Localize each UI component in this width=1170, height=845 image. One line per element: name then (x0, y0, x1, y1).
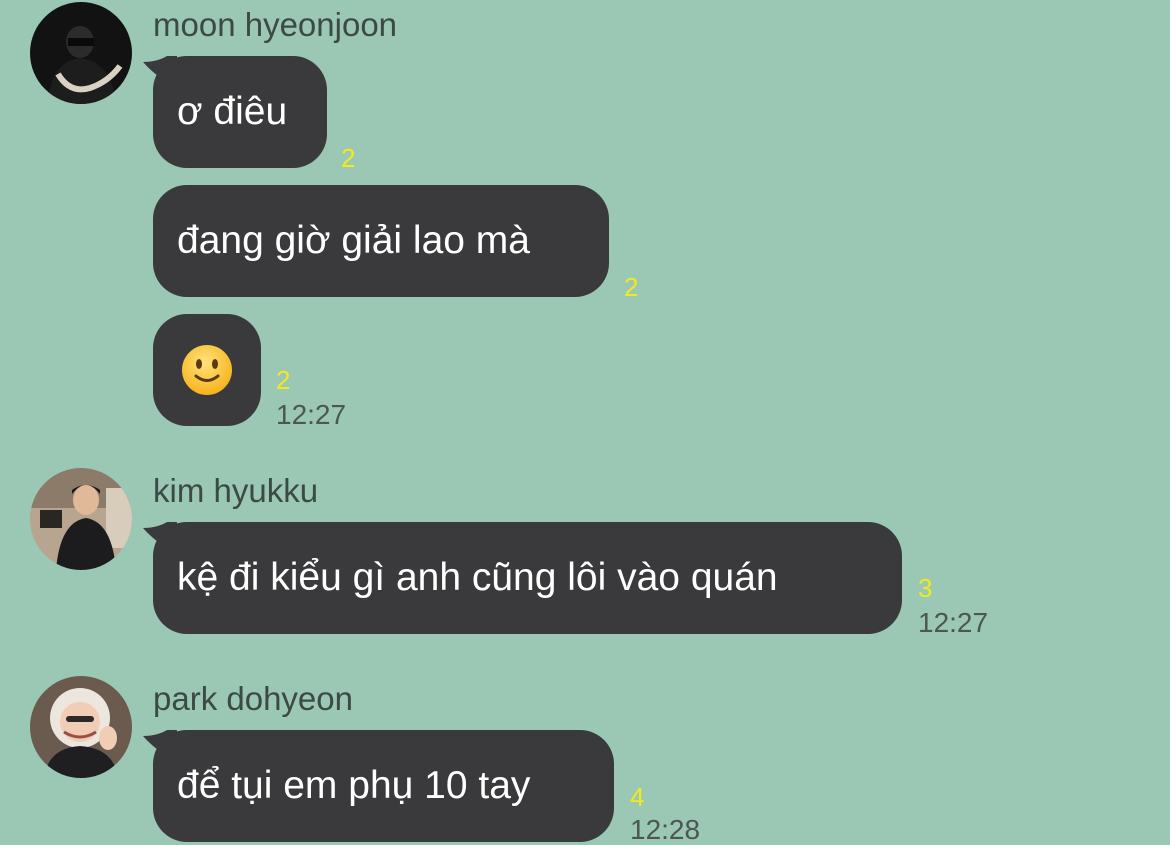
slightly-smiling-face-icon (182, 345, 232, 395)
sender-name: kim hyukku (153, 472, 319, 509)
timestamp: 12:27 (276, 399, 347, 430)
profile-photo-icon (30, 2, 132, 104)
avatar-moon-hyeonjoon[interactable] (30, 2, 132, 104)
timestamp: 12:27 (918, 607, 989, 638)
message-bubble[interactable]: kệ đi kiểu gì anh cũng lôi vào quán (143, 522, 902, 634)
message-bubble[interactable]: đang giờ giải lao mà (153, 185, 609, 297)
message-bubble[interactable]: để tụi em phụ 10 tay (143, 730, 614, 842)
profile-photo-icon (30, 676, 132, 778)
message-text: kệ đi kiểu gì anh cũng lôi vào quán (177, 556, 778, 599)
message-text: để tụi em phụ 10 tay (177, 764, 531, 807)
avatar-kim-hyukku[interactable] (30, 468, 132, 570)
read-count: 2 (624, 272, 639, 302)
bubble-tail (143, 730, 177, 760)
read-count: 2 (341, 143, 356, 173)
sender-name: moon hyeonjoon (153, 6, 398, 43)
bubble-tail (143, 522, 177, 552)
read-count: 4 (630, 782, 645, 812)
profile-photo-icon (30, 468, 132, 570)
bubble-tail (143, 56, 177, 86)
message-bubble[interactable]: ơ điêu (143, 56, 327, 168)
read-count: 3 (918, 573, 933, 603)
read-count: 2 (276, 365, 291, 395)
timestamp: 12:28 (630, 814, 701, 845)
avatar-park-dohyeon[interactable] (30, 676, 132, 778)
message-text: đang giờ giải lao mà (177, 219, 530, 262)
sender-name: park dohyeon (153, 680, 353, 717)
message-text: ơ điêu (177, 90, 288, 133)
message-bubble[interactable] (153, 314, 261, 426)
